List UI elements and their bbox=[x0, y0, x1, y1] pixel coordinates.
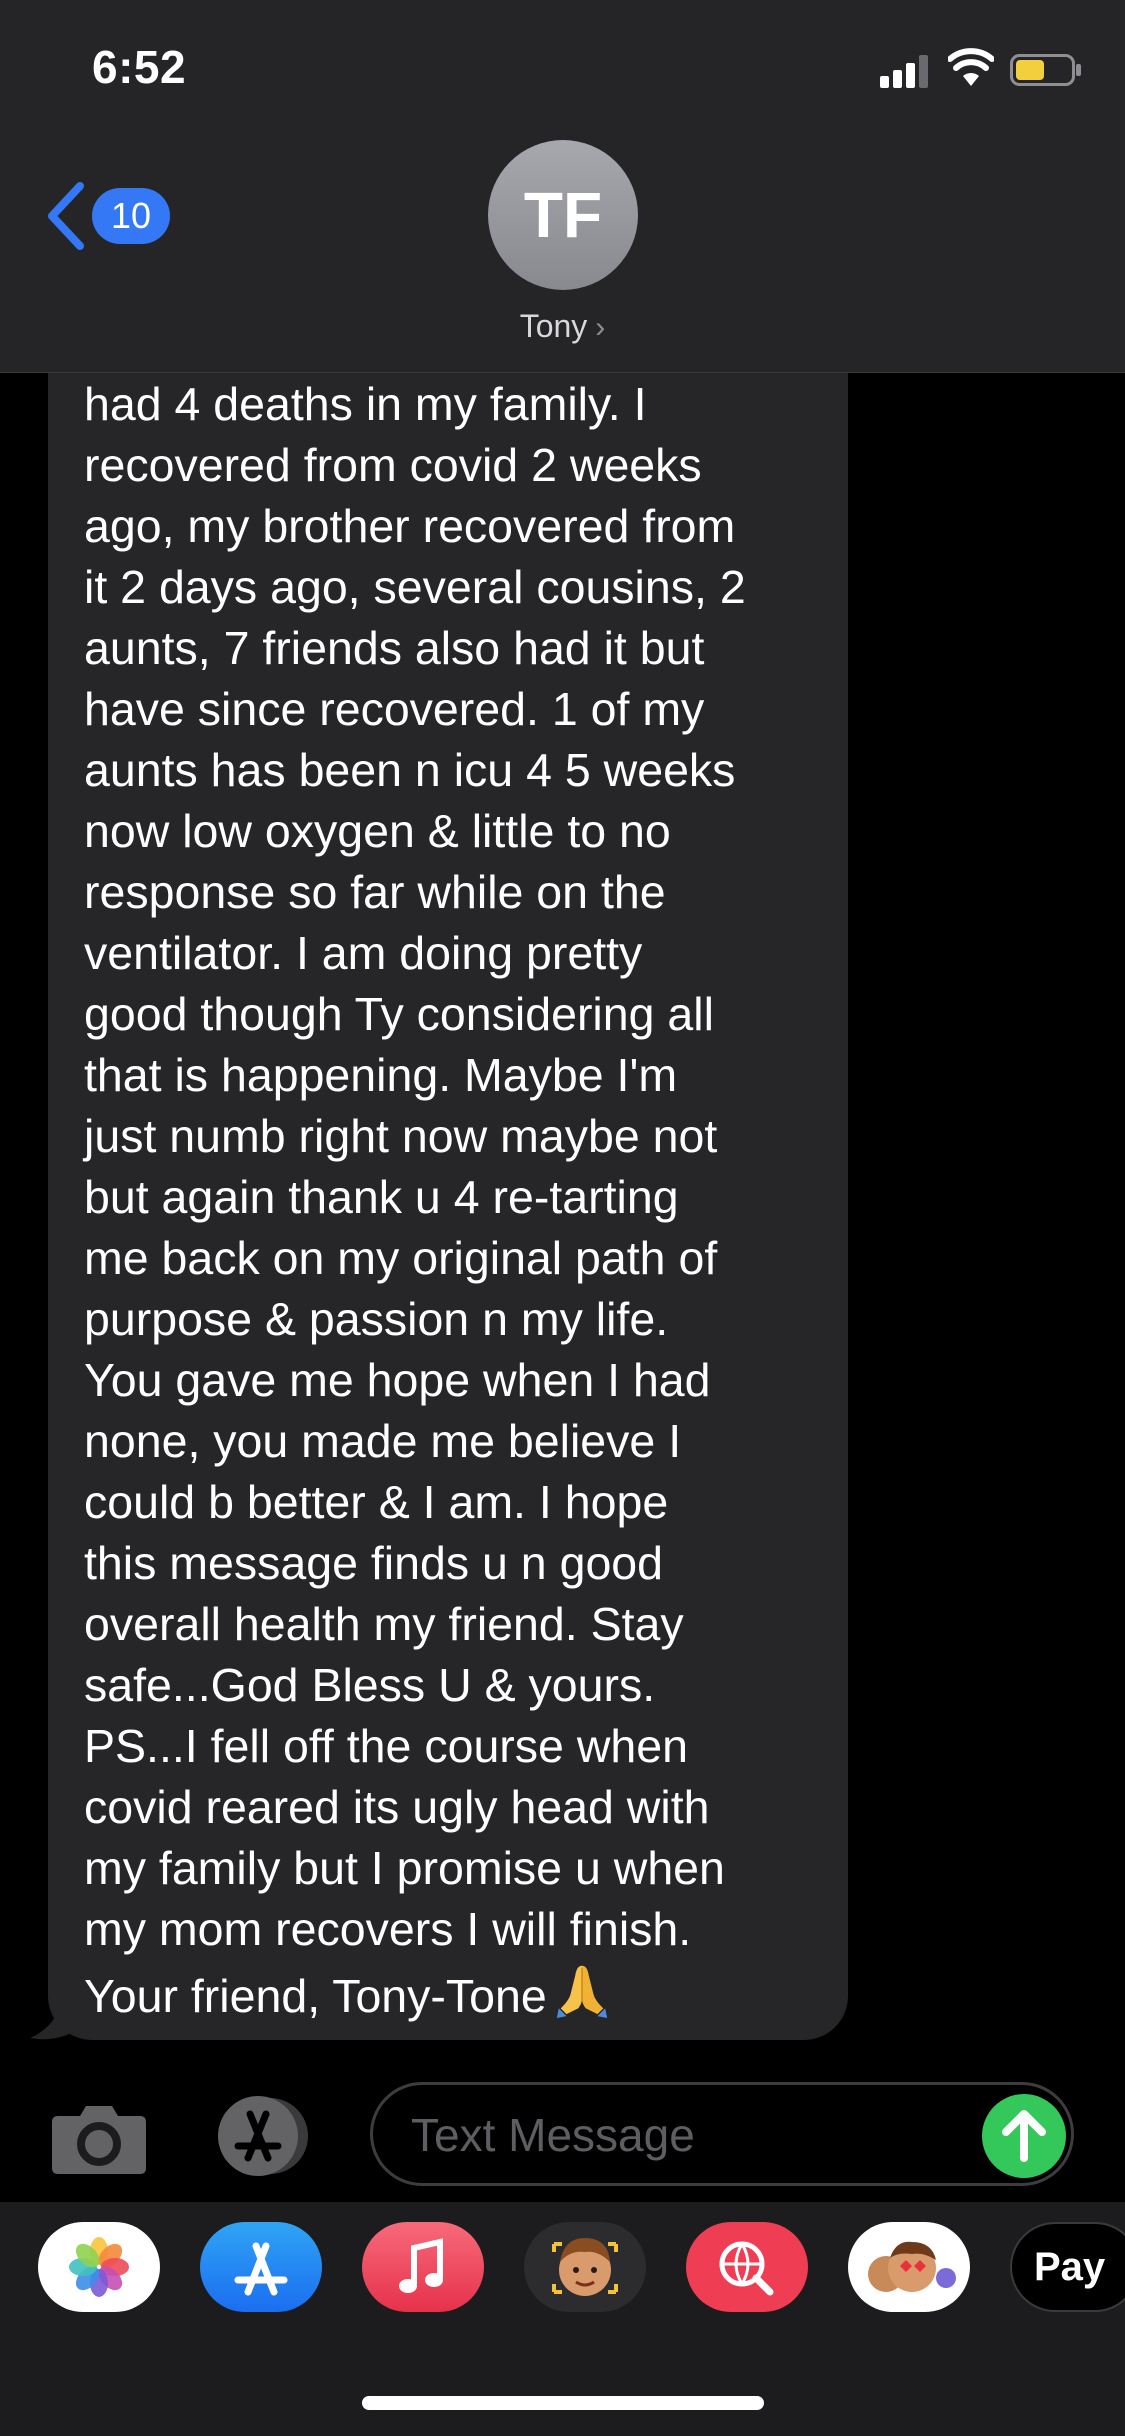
photos-flower-icon bbox=[69, 2237, 129, 2297]
message-line: good though Ty considering all bbox=[84, 988, 714, 1040]
message-line: purpose & passion n my life. bbox=[84, 1293, 669, 1345]
message-line: this message finds u n good bbox=[84, 1537, 664, 1589]
arrow-up-icon bbox=[1002, 2110, 1046, 2162]
music-app-icon[interactable] bbox=[362, 2222, 484, 2312]
message-input-field[interactable] bbox=[370, 2082, 1074, 2186]
message-bubble[interactable]: had 4 deaths in my family. I recovered f… bbox=[48, 300, 848, 2040]
message-line: now low oxygen & little to no bbox=[84, 805, 671, 857]
chevron-left-icon bbox=[48, 182, 84, 250]
unread-count-badge: 10 bbox=[92, 188, 170, 244]
message-line: PS...I fell off the course when bbox=[84, 1720, 688, 1772]
message-line: that is happening. Maybe I'm bbox=[84, 1049, 678, 1101]
message-line: just numb right now maybe not bbox=[84, 1110, 718, 1162]
memoji-face-icon bbox=[552, 2238, 618, 2296]
message-line: covid reared its ugly head with bbox=[84, 1781, 710, 1833]
message-line: had 4 deaths in my family. I bbox=[84, 378, 647, 430]
back-button[interactable]: 10 bbox=[44, 178, 174, 258]
memoji-sticker-icon bbox=[868, 2241, 956, 2292]
message-line: but again thank u 4 re-tarting bbox=[84, 1171, 679, 1223]
bubble-tail bbox=[30, 1992, 88, 2040]
message-line: aunts has been n icu 4 5 weeks bbox=[84, 744, 736, 796]
message-input[interactable] bbox=[409, 2103, 973, 2167]
memoji-stickers-app-icon[interactable] bbox=[848, 2222, 970, 2312]
message-line: me back on my original path of bbox=[84, 1232, 718, 1284]
message-line: my mom recovers I will finish. bbox=[84, 1903, 692, 1955]
message-line: my family but I promise u when bbox=[84, 1842, 725, 1894]
message-line: ventilator. I am doing pretty bbox=[84, 927, 643, 979]
music-note-icon bbox=[399, 2238, 443, 2293]
globe-search-icon bbox=[719, 2241, 774, 2296]
message-line: response so far while on the bbox=[84, 866, 666, 918]
battery-icon bbox=[1010, 54, 1081, 86]
message-line: none, you made me believe I bbox=[84, 1415, 682, 1467]
photos-app-icon[interactable] bbox=[38, 2222, 160, 2312]
message-line: have since recovered. 1 of my bbox=[84, 683, 705, 735]
message-line-last: Your friend, Tony-Tone bbox=[84, 1960, 818, 2027]
status-time: 6:52 bbox=[92, 41, 187, 93]
message-line-text: Your friend, Tony-Tone bbox=[84, 1970, 547, 2022]
apple-pay-label: Pay bbox=[1034, 2245, 1106, 2289]
app-store-a-icon bbox=[234, 2242, 288, 2296]
message-line: You gave me hope when I had bbox=[84, 1354, 711, 1406]
apple-pay-app-icon[interactable]: Pay bbox=[1010, 2222, 1125, 2312]
chevron-right-icon: › bbox=[595, 311, 606, 344]
message-line: ago, my brother recovered from bbox=[84, 500, 736, 552]
messages-screen: had 4 deaths in my family. I recovered f… bbox=[0, 0, 1125, 2436]
home-indicator[interactable] bbox=[362, 2396, 764, 2410]
app-store-app-icon[interactable] bbox=[200, 2222, 322, 2312]
memoji-app-icon[interactable] bbox=[524, 2222, 646, 2312]
message-line: recovered from covid 2 weeks bbox=[84, 439, 702, 491]
message-line: could b better & I am. I hope bbox=[84, 1476, 669, 1528]
cellular-signal-icon bbox=[880, 52, 932, 88]
conversation-header: 6:52 10 TF Tony › bbox=[0, 0, 1125, 373]
message-line: it 2 days ago, several cousins, 2 bbox=[84, 561, 746, 613]
contact-name-button[interactable]: Tony › bbox=[0, 308, 1125, 345]
contact-name: Tony bbox=[519, 308, 588, 344]
camera-icon[interactable] bbox=[50, 2102, 148, 2176]
message-line: aunts, 7 friends also had it but bbox=[84, 622, 705, 674]
app-store-icon[interactable] bbox=[208, 2092, 320, 2180]
contact-avatar[interactable]: TF bbox=[488, 140, 638, 290]
message-line: overall health my friend. Stay bbox=[84, 1598, 684, 1650]
web-images-app-icon[interactable] bbox=[686, 2222, 808, 2312]
wifi-icon bbox=[948, 48, 994, 86]
message-line: safe...God Bless U & yours. bbox=[84, 1659, 656, 1711]
message-text: had 4 deaths in my family. I recovered f… bbox=[84, 374, 818, 2027]
folded-hands-icon bbox=[556, 1965, 607, 2018]
send-button[interactable] bbox=[982, 2094, 1066, 2178]
